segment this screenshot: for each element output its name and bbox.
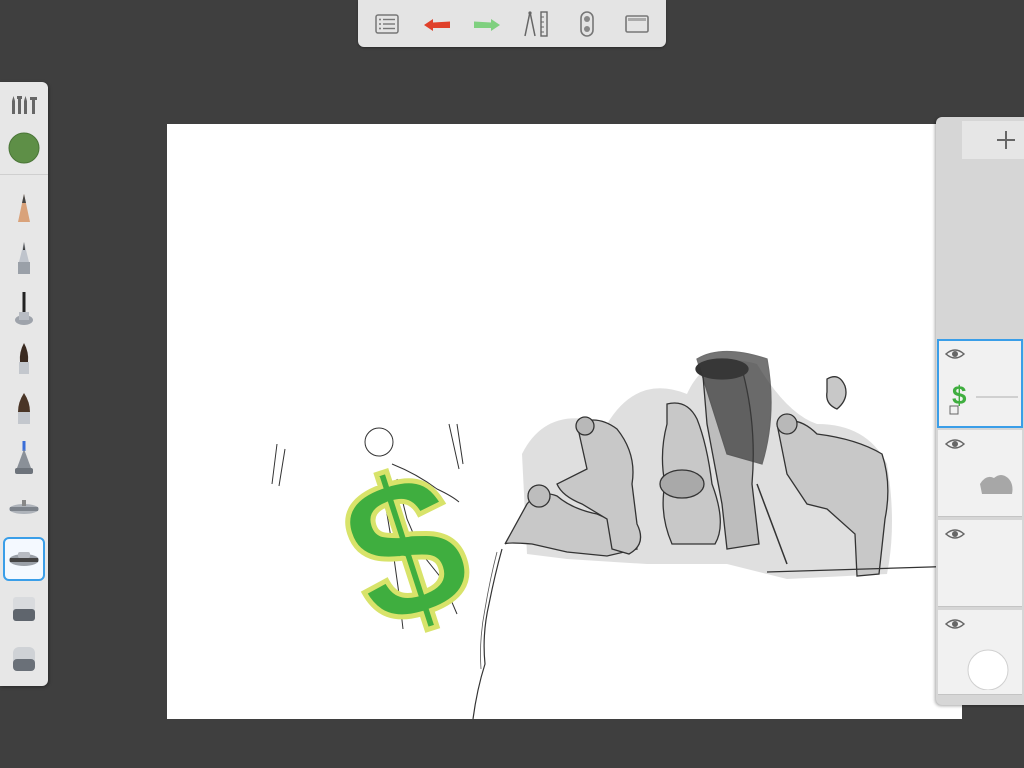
layer-item-1[interactable]: $ bbox=[937, 339, 1023, 428]
hard-eraser-icon bbox=[13, 647, 35, 671]
symmetry-icon bbox=[580, 11, 594, 37]
tool-pencil[interactable] bbox=[4, 188, 44, 230]
fullscreen-icon bbox=[625, 15, 649, 33]
fullscreen-button[interactable] bbox=[620, 8, 654, 40]
tool-chisel-marker[interactable] bbox=[4, 388, 44, 430]
redo-arrow-icon bbox=[474, 19, 500, 31]
airbrush-icon bbox=[15, 441, 33, 474]
layer-item-3[interactable] bbox=[938, 520, 1022, 607]
redo-button[interactable] bbox=[470, 8, 504, 40]
tool-flat-brush[interactable] bbox=[3, 537, 45, 581]
layer-thumbnail bbox=[946, 544, 1020, 600]
flat-brush-icon bbox=[9, 552, 39, 566]
layer-item-background[interactable] bbox=[938, 610, 1022, 695]
eye-icon[interactable] bbox=[944, 436, 966, 452]
undo-button[interactable] bbox=[420, 8, 454, 40]
background-color-swatch[interactable] bbox=[946, 634, 1020, 690]
color-swatch-icon bbox=[8, 132, 40, 164]
tool-marker[interactable] bbox=[4, 338, 44, 380]
dollar-sign-drawing: $ bbox=[316, 423, 496, 674]
tool-palette bbox=[0, 82, 48, 686]
layer-item-2[interactable] bbox=[938, 430, 1022, 517]
layer-panel: $ bbox=[936, 117, 1024, 705]
layer-thumbnail bbox=[980, 475, 1013, 494]
guides-button[interactable] bbox=[520, 8, 554, 40]
drawing-canvas[interactable]: $ bbox=[167, 124, 962, 719]
tool-fine-brush[interactable] bbox=[4, 288, 44, 330]
brush-properties-button[interactable] bbox=[4, 84, 44, 126]
symmetry-button[interactable] bbox=[570, 8, 604, 40]
ballpoint-pen-icon bbox=[18, 242, 30, 274]
layer-list-button[interactable] bbox=[370, 8, 404, 40]
layer-thumbnail: $ bbox=[949, 380, 1018, 415]
list-icon bbox=[375, 14, 399, 34]
fine-brush-icon bbox=[15, 292, 33, 325]
plus-icon bbox=[997, 131, 1015, 149]
chisel-marker-icon bbox=[18, 393, 30, 424]
tool-ballpoint-pen[interactable] bbox=[4, 238, 44, 280]
tool-smudge[interactable] bbox=[4, 488, 44, 530]
ruler-compass-icon bbox=[524, 11, 548, 37]
marker-icon bbox=[19, 343, 29, 374]
eye-icon[interactable] bbox=[944, 346, 966, 362]
smudge-tool-icon bbox=[9, 500, 39, 514]
pencil-icon bbox=[18, 194, 30, 222]
eye-icon[interactable] bbox=[944, 616, 966, 632]
undo-arrow-icon bbox=[424, 19, 450, 31]
soft-eraser-icon bbox=[13, 597, 35, 621]
artwork: $ bbox=[271, 350, 962, 719]
add-layer-button[interactable] bbox=[962, 121, 1024, 159]
tool-hard-eraser[interactable] bbox=[4, 638, 44, 680]
top-toolbar bbox=[358, 0, 666, 47]
tool-airbrush[interactable] bbox=[4, 438, 44, 480]
svg-text:$: $ bbox=[318, 426, 493, 672]
brush-settings-icon bbox=[12, 96, 37, 114]
color-picker-button[interactable] bbox=[4, 128, 44, 170]
eye-icon[interactable] bbox=[944, 526, 966, 542]
tool-soft-eraser[interactable] bbox=[4, 588, 44, 630]
